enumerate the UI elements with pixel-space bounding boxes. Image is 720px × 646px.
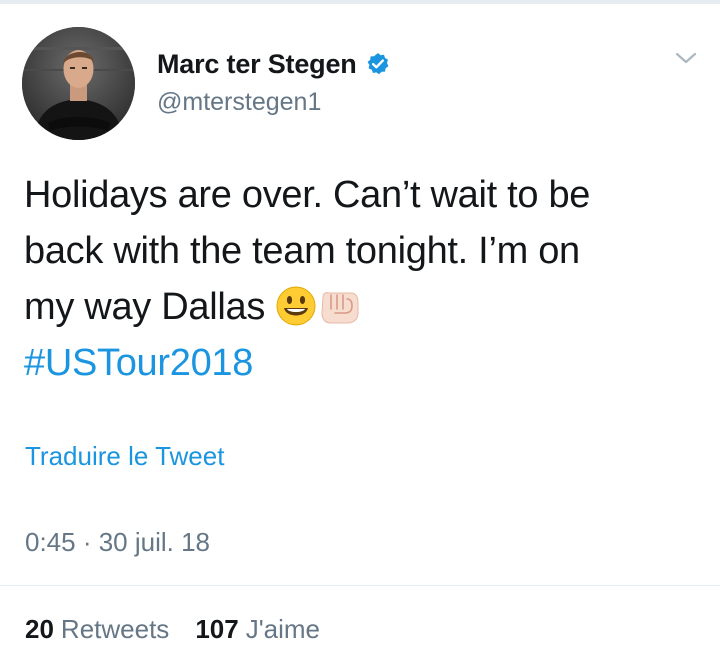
chevron-down-icon[interactable]: [674, 49, 698, 67]
avatar[interactable]: [22, 27, 135, 140]
divider: [0, 585, 720, 586]
tweet-line-1: Holidays are over. Can’t wait to be: [24, 174, 591, 216]
user-handle[interactable]: @mterstegen1: [157, 88, 321, 117]
tweet-line-2: back with the team tonight. I’m on: [24, 230, 580, 272]
likes-count: 107: [195, 614, 239, 644]
retweets-stat[interactable]: 20 Retweets: [25, 614, 169, 645]
top-border: [0, 0, 720, 4]
tweet-timestamp[interactable]: 0:45 · 30 juil. 18: [25, 527, 210, 558]
likes-stat[interactable]: 107 J'aime: [195, 614, 320, 645]
fist-bump-emoji: [317, 285, 363, 327]
translate-tweet-link[interactable]: Traduire le Tweet: [25, 441, 224, 472]
display-name-row: Marc ter Stegen: [157, 46, 390, 82]
hashtag-link[interactable]: #USTour2018: [24, 335, 704, 391]
retweets-count: 20: [25, 614, 54, 644]
tweet-line-3-text: my way Dallas: [24, 286, 266, 328]
likes-label: J'aime: [245, 614, 321, 644]
smiling-face-emoji: [275, 285, 317, 327]
tweet-line-3: my way Dallas: [24, 279, 704, 335]
avatar-photo: [22, 27, 135, 140]
tweet-text: Holidays are over. Can’t wait to be back…: [24, 167, 704, 391]
tweet-stats: 20 Retweets 107 J'aime: [25, 614, 320, 645]
verified-badge-icon: [366, 52, 390, 76]
retweets-label: Retweets: [60, 614, 170, 644]
display-name[interactable]: Marc ter Stegen: [157, 49, 357, 80]
